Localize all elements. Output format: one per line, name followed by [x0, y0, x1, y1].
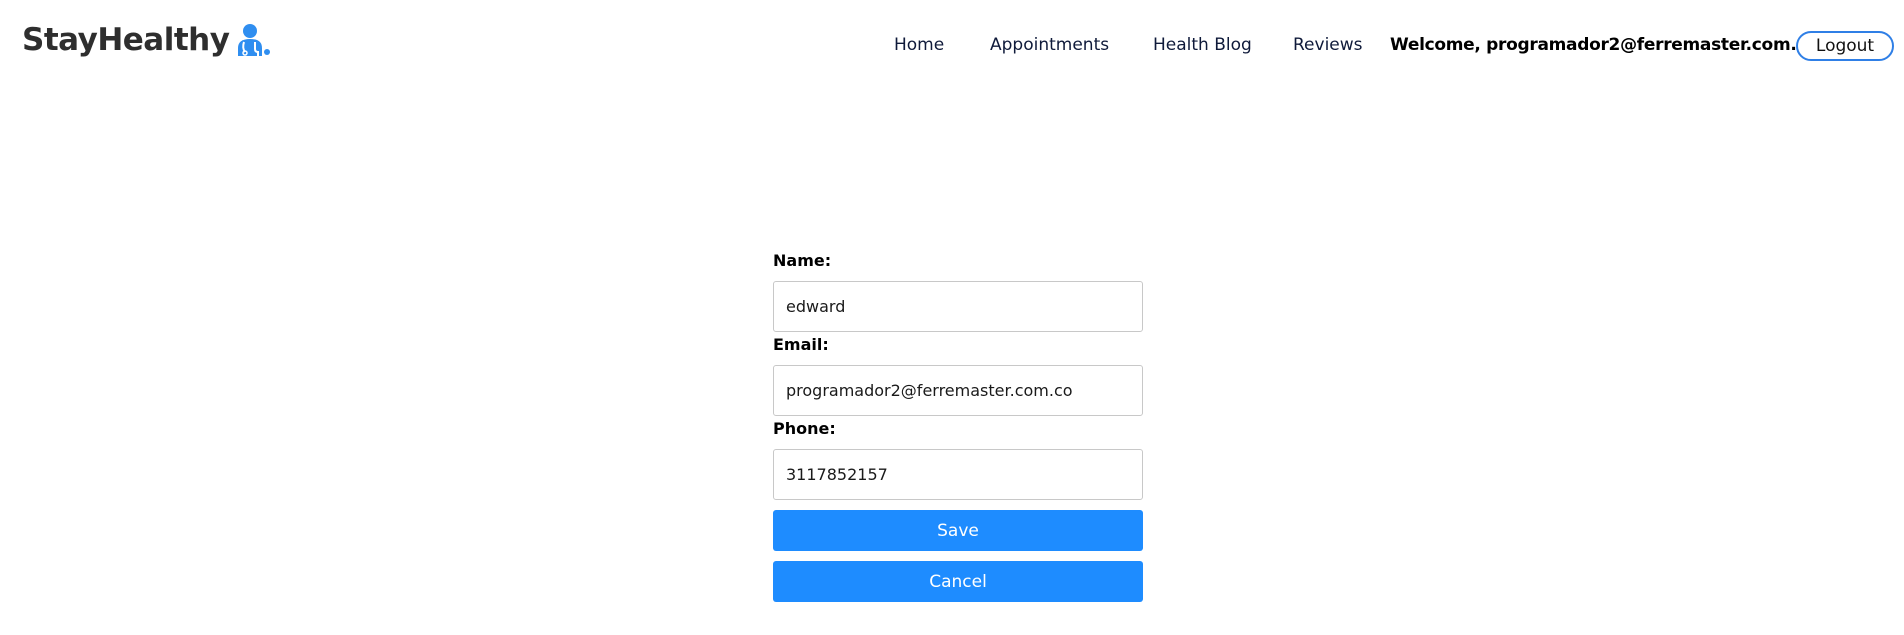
- nav-link-health-blog[interactable]: Health Blog: [1153, 33, 1252, 57]
- doctor-icon: [235, 22, 271, 58]
- nav-link-home[interactable]: Home: [894, 33, 944, 57]
- save-button[interactable]: Save: [773, 510, 1143, 551]
- name-label: Name:: [773, 251, 832, 270]
- cancel-button[interactable]: Cancel: [773, 561, 1143, 602]
- welcome-message: Welcome, programador2@ferremaster.com.co: [1390, 35, 1818, 55]
- email-input[interactable]: [773, 365, 1143, 416]
- phone-input[interactable]: [773, 449, 1143, 500]
- nav-link-appointments[interactable]: Appointments: [990, 33, 1109, 57]
- brand-logo[interactable]: StayHealthy: [22, 22, 271, 58]
- brand-name: StayHealthy: [22, 21, 230, 58]
- nav-link-reviews[interactable]: Reviews: [1293, 33, 1363, 57]
- name-input[interactable]: [773, 281, 1143, 332]
- navbar: StayHealthy Home Appointments Health Blo…: [0, 0, 1904, 90]
- logout-button[interactable]: Logout: [1796, 31, 1894, 61]
- phone-label: Phone:: [773, 419, 836, 438]
- email-label: Email:: [773, 335, 829, 354]
